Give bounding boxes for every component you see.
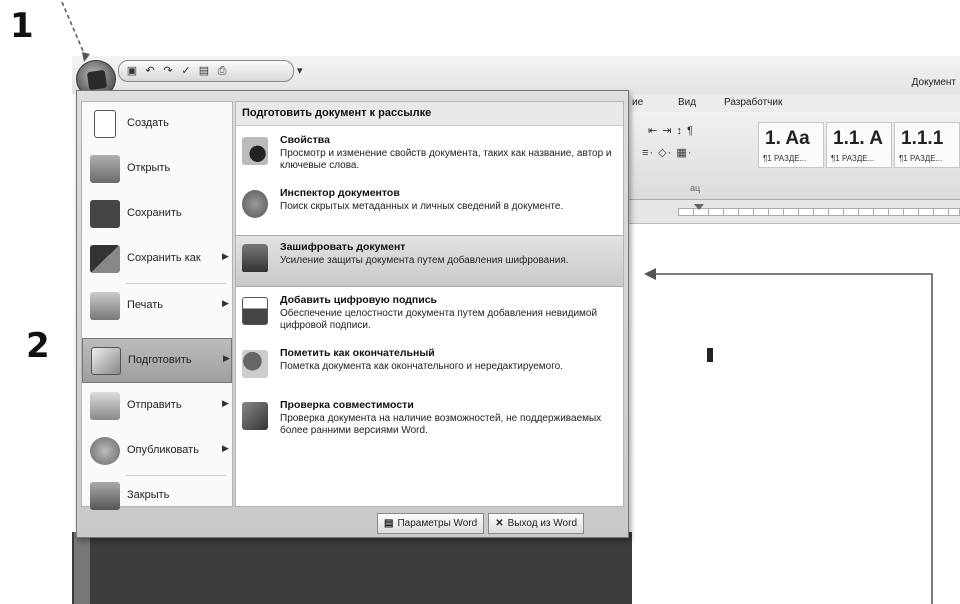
- arrow-3-head: [644, 268, 656, 280]
- arrow-1-line: [61, 1, 87, 59]
- annotation-arrows: [61, 1, 933, 604]
- arrow-1-head: [82, 52, 90, 62]
- arrow-3-line: [652, 273, 933, 604]
